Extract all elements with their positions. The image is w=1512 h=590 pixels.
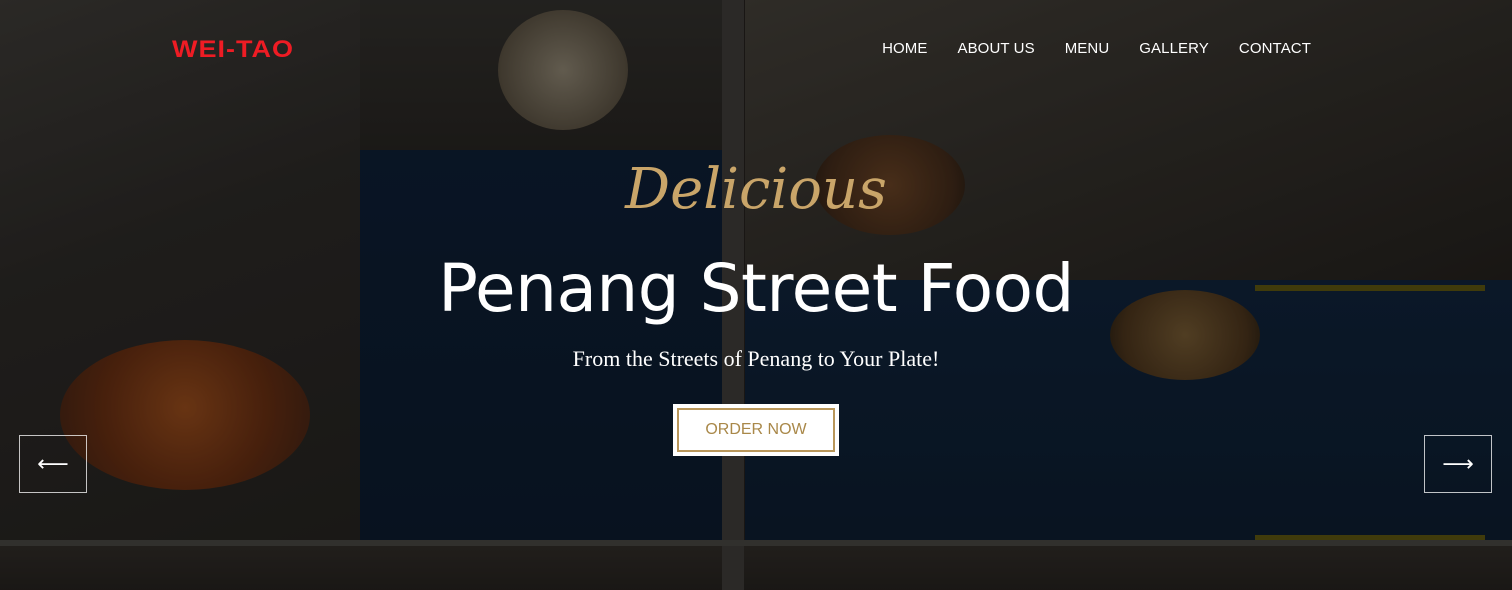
nav-home[interactable]: HOME xyxy=(882,40,927,57)
order-now-button[interactable]: ORDER NOW xyxy=(677,408,835,452)
order-now-frame: ORDER NOW xyxy=(673,404,839,456)
arrow-left-icon: ⟵ xyxy=(37,451,69,477)
hero-subtitle: From the Streets of Penang to Your Plate… xyxy=(572,346,940,371)
hero-title: Penang Street Food xyxy=(438,250,1074,327)
slider-next-button[interactable]: ⟶ xyxy=(1424,435,1492,493)
arrow-right-icon: ⟶ xyxy=(1442,451,1474,477)
nav-gallery[interactable]: GALLERY xyxy=(1139,40,1209,57)
slider-prev-button[interactable]: ⟵ xyxy=(19,435,87,493)
main-navigation: HOME ABOUT US MENU GALLERY CONTACT xyxy=(852,40,1311,57)
hero-slider: WEI-TAO HOME ABOUT US MENU GALLERY CONTA… xyxy=(0,0,1512,590)
nav-contact[interactable]: CONTACT xyxy=(1239,40,1311,57)
nav-about-us[interactable]: ABOUT US xyxy=(957,40,1034,57)
hero-script-title: Delicious xyxy=(625,157,887,222)
site-logo[interactable]: WEI-TAO xyxy=(172,36,294,64)
nav-menu[interactable]: MENU xyxy=(1065,40,1110,57)
